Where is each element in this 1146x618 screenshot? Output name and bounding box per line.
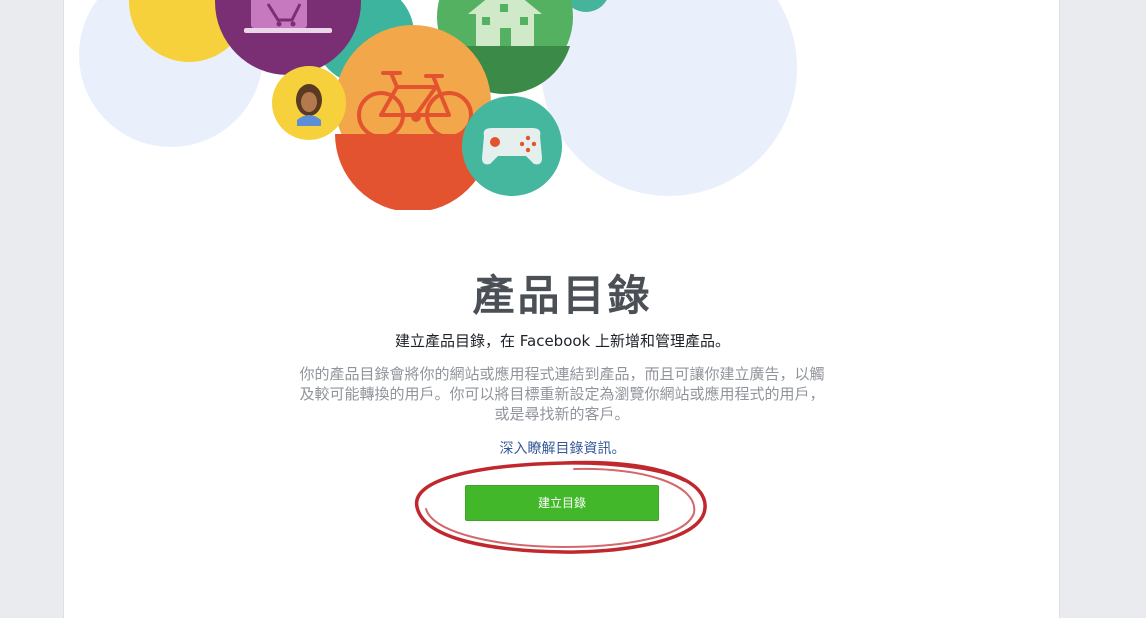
page-title: 產品目錄 (472, 271, 653, 320)
hero-illustration (79, 0, 797, 210)
annotation-circle (415, 460, 707, 554)
page-description: 你的產品目錄會將你的網站或應用程式連結到產品，而且可讓你建立廣告，以觸 及較可能… (262, 364, 862, 424)
person-avatar-icon (272, 66, 346, 140)
page-subtitle: 建立產品目錄，在 Facebook 上新增和管理產品。 (394, 332, 731, 350)
catalog-card: 產品目錄 建立產品目錄，在 Facebook 上新增和管理產品。 你的產品目錄會… (63, 0, 1060, 618)
description-line: 或是尋找新的客戶。 (494, 405, 630, 423)
description-line: 及較可能轉換的用戶。你可以將目標重新設定為瀏覽你網站或應用程式的用戶， (299, 385, 825, 403)
game-controller-icon (462, 96, 562, 196)
description-line: 你的產品目錄會將你的網站或應用程式連結到產品，而且可讓你建立廣告，以觸 (299, 365, 825, 383)
bg-circle-right (541, 0, 797, 196)
bicycle-icon (335, 25, 491, 210)
